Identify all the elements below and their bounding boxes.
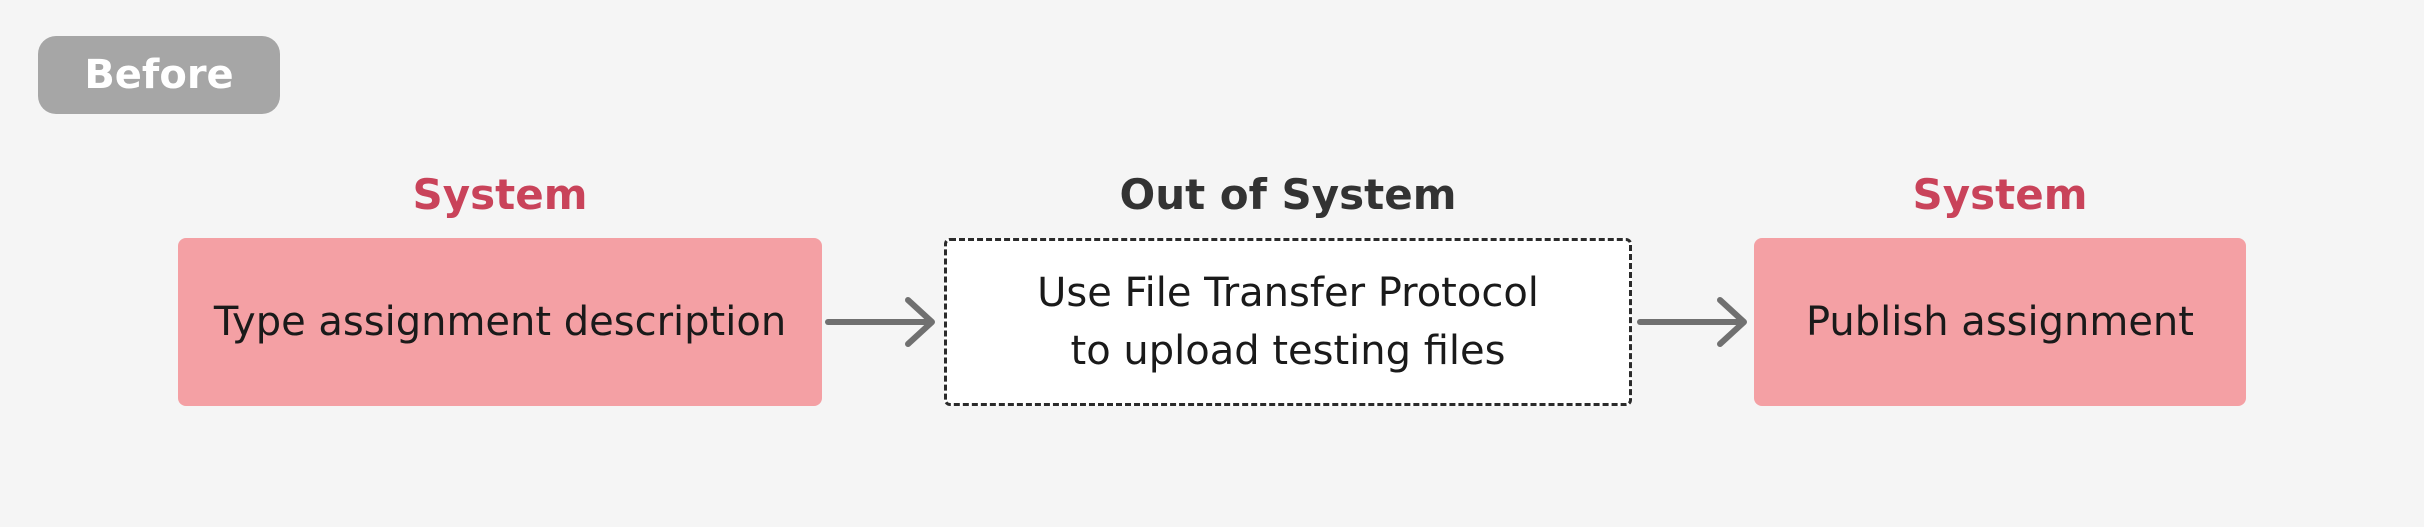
step-2-heading: Out of System <box>1119 169 1457 219</box>
before-badge: Before <box>38 36 280 114</box>
step-1-box: Type assignment description <box>178 238 822 406</box>
step-3-text: Publish assignment <box>1806 299 2194 345</box>
step-1-heading: System <box>412 169 588 219</box>
arrow-right-icon <box>1637 297 1747 347</box>
step-2-text: Use File Transfer Protocol to upload tes… <box>1037 270 1539 374</box>
step-3-box: Publish assignment <box>1754 238 2246 406</box>
step-2-box: Use File Transfer Protocol to upload tes… <box>944 238 1632 406</box>
step-3-heading: System <box>1912 169 2088 219</box>
step-1-text: Type assignment description <box>213 299 787 345</box>
arrow-right-icon <box>825 297 935 347</box>
before-badge-label: Before <box>84 52 234 98</box>
